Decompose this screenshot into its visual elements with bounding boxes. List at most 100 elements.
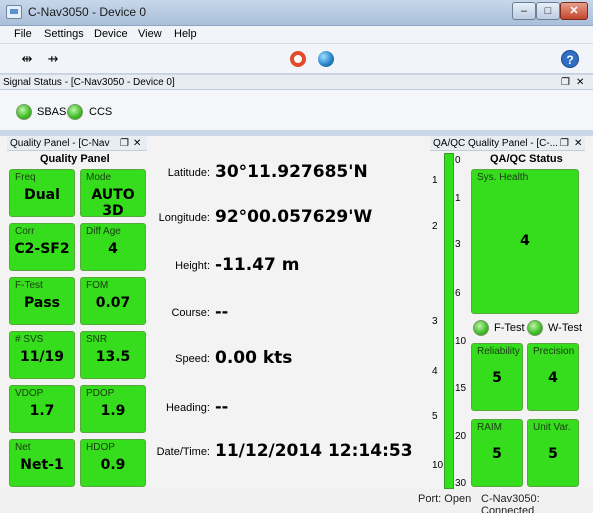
window-title: C-Nav3050 - Device 0 [28,5,147,19]
lifebuoy-icon[interactable] [290,51,306,67]
close-icon[interactable]: ✕ [133,136,141,150]
ccs-led-icon [67,104,83,120]
quality-tile: Corr C2-SF2 [9,223,75,271]
minimize-button[interactable]: – [512,2,536,20]
quality-tile: Diff Age 4 [80,223,146,271]
quality-tile: HDOP 0.9 [80,439,146,487]
w-test-led-icon [527,320,543,336]
sys-health-value: 4 [520,233,530,249]
quality-tile: Freq Dual [9,169,75,217]
qaqc-tile: Precision 4 [527,343,579,411]
scale-tick-right: 20 [455,431,467,442]
menu-file[interactable]: File [14,28,32,40]
restore-icon[interactable]: ❐ [560,136,569,150]
restore-icon[interactable]: ❐ [120,136,129,150]
tile-value: 5 [548,446,558,462]
scale-tick-left: 5 [432,411,438,422]
qaqc-tile: Reliability 5 [471,343,523,411]
close-icon[interactable]: ✕ [574,136,582,150]
tile-label: Net [15,442,31,453]
position-value: -11.47 m [215,255,300,275]
tile-label: # SVS [15,334,44,345]
scale-tick-left: 3 [432,316,438,327]
quality-tile: Net Net-1 [9,439,75,487]
tile-value: 4 [548,370,558,386]
sbas-label: SBAS [37,106,67,118]
status-bar: Port: Open C-Nav3050: Connected [0,489,593,513]
signal-status-area: SBAS CCS [0,90,593,130]
toolbar: ⇹ ⇸ ? [0,44,593,74]
tile-value: Pass [24,295,60,311]
scale-tick-left: 4 [432,366,438,377]
tile-label: F-Test [15,280,43,291]
app-icon [6,5,22,19]
quality-scale-bar [444,153,454,489]
tile-label: SNR [86,334,108,345]
scale-tick-right: 3 [455,239,461,250]
menu-bar: File Settings Device View Help [0,26,593,44]
tile-value: C2-SF2 [14,241,70,257]
position-label: Height: [175,260,210,272]
quality-tile: Mode AUTO 3D [80,169,146,219]
quality-panel-title: Quality Panel [40,153,110,165]
restore-icon[interactable]: ❐ [561,75,570,89]
disconnect-icon[interactable]: ⇸ [42,51,64,67]
quality-panel-header-title: Quality Panel - [C-Nav [10,138,110,149]
f-test-led-icon [473,320,489,336]
tile-label: Unit Var. [533,422,571,433]
quality-tile: SNR 13.5 [80,331,146,379]
tile-label: Mode [86,172,112,183]
signal-panel-title: Signal Status - [C-Nav3050 - Device 0] [3,77,175,88]
close-button[interactable]: ✕ [560,2,588,20]
tile-label: FOM [86,280,109,291]
menu-settings[interactable]: Settings [44,28,84,40]
tile-value: 1.9 [100,403,126,419]
quality-tile: F-Test Pass [9,277,75,325]
menu-help[interactable]: Help [174,28,197,40]
tile-label: VDOP [15,388,44,399]
scale-tick-right: 6 [455,288,461,299]
tile-value: 0.9 [100,457,126,473]
quality-tile: FOM 0.07 [80,277,146,325]
port-status: Port: Open [418,493,472,505]
qaqc-tile: RAIM 5 [471,419,523,487]
position-label: Latitude: [167,167,210,179]
position-value: 0.00 kts [215,348,293,368]
sys-health-tile: Sys. Health 4 [471,169,579,314]
quality-tile: VDOP 1.7 [9,385,75,433]
connection-status: C-Nav3050: Connected [481,493,540,513]
window-titlebar: C-Nav3050 - Device 0 – □ ✕ [0,0,593,26]
quality-tile: # SVS 11/19 [9,331,75,379]
tile-value: 13.5 [95,349,131,365]
menu-view[interactable]: View [138,28,162,40]
tile-label: RAIM [477,422,502,433]
tile-value: AUTO 3D [91,187,135,219]
tile-value: Net-1 [20,457,64,473]
tile-label: Precision [533,346,575,357]
scale-tick-right: 0 [455,155,461,166]
quality-panel-header: Quality Panel - [C-Nav ❐ ✕ [7,136,147,151]
globe-icon[interactable] [318,51,334,67]
tile-value: Dual [24,187,60,203]
sbas-led-icon [16,104,32,120]
tile-value: 4 [108,241,118,257]
scale-tick-right: 1 [455,193,461,204]
scale-tick-right: 30 [455,478,467,489]
position-label: Date/Time: [156,446,210,458]
connect-icon[interactable]: ⇹ [16,51,38,67]
tile-label: PDOP [86,388,115,399]
tile-value: 0.07 [95,295,131,311]
tile-label: Reliability [477,346,520,357]
qaqc-panel-title: QA/QC Status [490,153,563,165]
help-icon[interactable]: ? [561,50,579,68]
ccs-label: CCS [89,106,113,118]
scale-tick-left: 1 [432,175,438,186]
scale-tick-left: 2 [432,221,438,232]
menu-device[interactable]: Device [94,28,128,40]
tile-label: HDOP [86,442,115,453]
maximize-button[interactable]: □ [536,2,560,20]
position-label: Longitude: [158,212,210,224]
tile-label: Diff Age [86,226,121,237]
tile-label: Corr [15,226,35,237]
close-icon[interactable]: ✕ [576,75,584,89]
